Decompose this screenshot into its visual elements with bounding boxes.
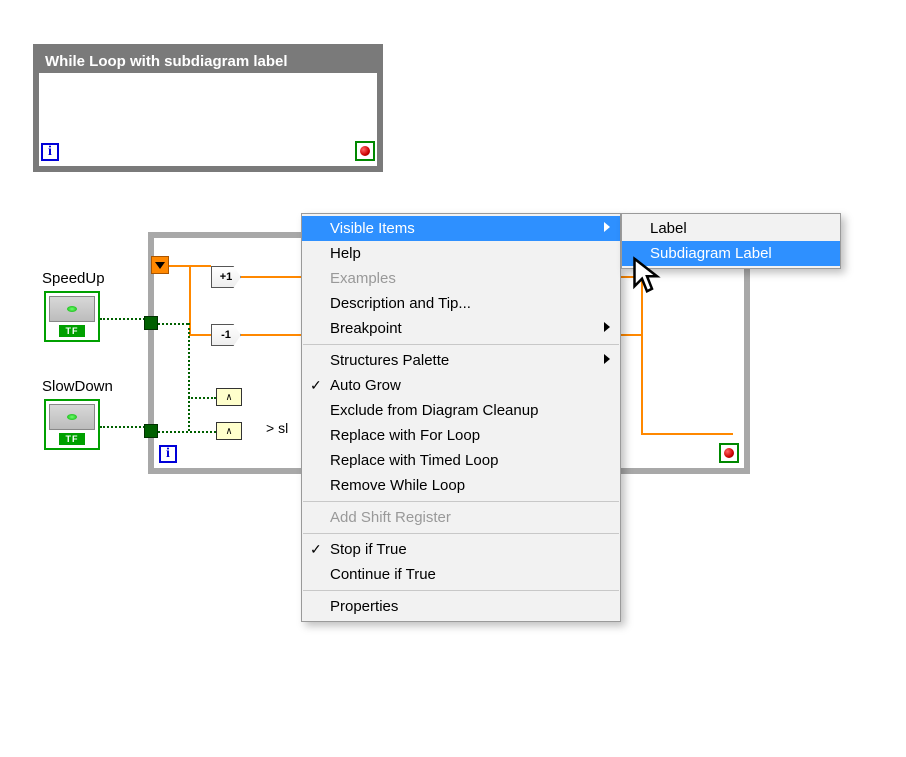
check-icon: ✓ bbox=[310, 377, 322, 394]
wire bbox=[158, 431, 216, 433]
check-icon: ✓ bbox=[310, 541, 322, 558]
menu-label: Description and Tip... bbox=[330, 295, 471, 312]
menu-item-visible-items[interactable]: Visible Items bbox=[302, 216, 620, 241]
submenu-item-subdiagram-label[interactable]: Subdiagram Label bbox=[622, 241, 840, 266]
bool-frame: TF bbox=[44, 399, 100, 450]
iteration-terminal-icon[interactable]: i bbox=[159, 445, 177, 463]
menu-label: Replace with Timed Loop bbox=[330, 452, 498, 469]
tunnel-icon[interactable] bbox=[144, 424, 158, 438]
wire bbox=[188, 397, 216, 399]
menu-item-description-tip[interactable]: Description and Tip... bbox=[302, 291, 620, 316]
wire bbox=[100, 318, 145, 320]
menu-label: Exclude from Diagram Cleanup bbox=[330, 402, 538, 419]
tf-badge: TF bbox=[59, 433, 85, 445]
shift-register-icon[interactable] bbox=[151, 256, 169, 274]
menu-item-replace-timed-loop[interactable]: Replace with Timed Loop bbox=[302, 448, 620, 473]
iteration-glyph: i bbox=[48, 144, 52, 160]
decrement-text: -1 bbox=[221, 329, 231, 341]
led-icon bbox=[67, 306, 77, 312]
wire bbox=[188, 397, 190, 431]
subdiagram-label: While Loop with subdiagram label bbox=[39, 50, 377, 73]
menu-label: Stop if True bbox=[330, 541, 407, 558]
menu-item-auto-grow[interactable]: ✓ Auto Grow bbox=[302, 373, 620, 398]
menu-item-add-shift-register: Add Shift Register bbox=[302, 505, 620, 530]
top-loop-body: i bbox=[39, 73, 377, 163]
top-while-loop[interactable]: While Loop with subdiagram label i bbox=[33, 44, 383, 172]
submenu-arrow-icon bbox=[604, 322, 610, 332]
menu-separator bbox=[303, 344, 619, 345]
wire bbox=[100, 426, 145, 428]
iteration-terminal-icon[interactable]: i bbox=[41, 143, 59, 161]
bool-frame: TF bbox=[44, 291, 100, 342]
menu-item-help[interactable]: Help bbox=[302, 241, 620, 266]
increment-text: +1 bbox=[220, 271, 233, 283]
menu-label: Breakpoint bbox=[330, 320, 402, 337]
iteration-glyph: i bbox=[166, 446, 170, 462]
menu-label: Properties bbox=[330, 598, 398, 615]
stop-terminal-icon[interactable] bbox=[719, 443, 739, 463]
menu-label: Label bbox=[650, 220, 687, 237]
and-node-icon[interactable]: ∧ bbox=[216, 422, 242, 440]
speedup-label: SpeedUp bbox=[42, 270, 102, 287]
slowdown-label: SlowDown bbox=[42, 378, 102, 395]
tf-badge: TF bbox=[59, 325, 85, 337]
wire bbox=[188, 323, 190, 398]
truncated-label: > sl bbox=[266, 420, 288, 436]
context-menu[interactable]: Visible Items Help Examples Description … bbox=[301, 213, 621, 622]
menu-item-breakpoint[interactable]: Breakpoint bbox=[302, 316, 620, 341]
led-icon bbox=[67, 414, 77, 420]
menu-item-structures-palette[interactable]: Structures Palette bbox=[302, 348, 620, 373]
menu-item-exclude-cleanup[interactable]: Exclude from Diagram Cleanup bbox=[302, 398, 620, 423]
submenu-arrow-icon bbox=[604, 222, 610, 232]
visible-items-submenu[interactable]: Label Subdiagram Label bbox=[621, 213, 841, 269]
tunnel-icon[interactable] bbox=[144, 316, 158, 330]
menu-label: Help bbox=[330, 245, 361, 262]
menu-separator bbox=[303, 501, 619, 502]
decrement-node-icon[interactable]: -1 bbox=[211, 324, 241, 346]
menu-label: Structures Palette bbox=[330, 352, 449, 369]
speedup-control[interactable]: SpeedUp TF bbox=[42, 270, 102, 342]
menu-label: Subdiagram Label bbox=[650, 245, 772, 262]
menu-separator bbox=[303, 533, 619, 534]
wire bbox=[641, 433, 733, 435]
wire bbox=[641, 276, 643, 434]
menu-item-stop-if-true[interactable]: ✓ Stop if True bbox=[302, 537, 620, 562]
menu-label: Auto Grow bbox=[330, 377, 401, 394]
slowdown-control[interactable]: SlowDown TF bbox=[42, 378, 102, 450]
menu-label: Visible Items bbox=[330, 220, 415, 237]
bool-button-icon[interactable] bbox=[49, 296, 95, 322]
menu-label: Replace with For Loop bbox=[330, 427, 480, 444]
and-text: ∧ bbox=[226, 392, 232, 403]
increment-node-icon[interactable]: +1 bbox=[211, 266, 241, 288]
and-node-icon[interactable]: ∧ bbox=[216, 388, 242, 406]
menu-item-remove-while-loop[interactable]: Remove While Loop bbox=[302, 473, 620, 498]
menu-label: Remove While Loop bbox=[330, 477, 465, 494]
submenu-item-label[interactable]: Label bbox=[622, 216, 840, 241]
menu-item-properties[interactable]: Properties bbox=[302, 594, 620, 619]
bool-button-icon[interactable] bbox=[49, 404, 95, 430]
menu-separator bbox=[303, 590, 619, 591]
stop-terminal-icon[interactable] bbox=[355, 141, 375, 161]
menu-label: Continue if True bbox=[330, 566, 436, 583]
menu-label: Examples bbox=[330, 270, 396, 287]
menu-item-replace-for-loop[interactable]: Replace with For Loop bbox=[302, 423, 620, 448]
submenu-arrow-icon bbox=[604, 354, 610, 364]
and-text: ∧ bbox=[226, 426, 232, 437]
wire bbox=[189, 334, 211, 336]
menu-item-examples: Examples bbox=[302, 266, 620, 291]
menu-item-continue-if-true[interactable]: Continue if True bbox=[302, 562, 620, 587]
wire bbox=[158, 323, 188, 325]
menu-label: Add Shift Register bbox=[330, 509, 451, 526]
